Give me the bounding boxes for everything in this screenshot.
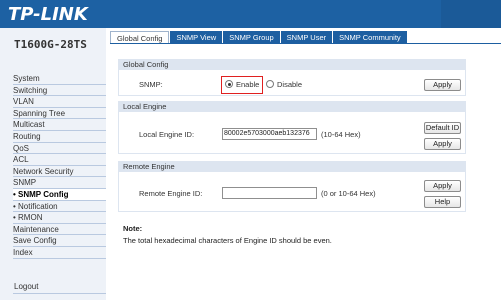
sidebar-item-index[interactable]: Index: [13, 247, 106, 259]
sidebar-item-acl[interactable]: ACL: [13, 154, 106, 166]
sidebar-item-spanning-tree[interactable]: Spanning Tree: [13, 108, 106, 120]
tab-underline: [110, 43, 501, 44]
help-button[interactable]: Help: [424, 196, 461, 208]
sidebar-item-snmp-config[interactable]: • SNMP Config: [13, 188, 106, 201]
local-engine-title: Local Engine: [118, 101, 466, 112]
snmp-disable-label: Disable: [277, 80, 303, 89]
local-engine-apply-button[interactable]: Apply: [424, 138, 461, 150]
global-config-title: Global Config: [118, 59, 466, 70]
local-engine-id-hint: (10-64 Hex): [321, 130, 361, 139]
default-id-button[interactable]: Default ID: [424, 122, 461, 134]
local-engine-id-input[interactable]: 80002e5703000aeb132376: [222, 128, 317, 140]
sidebar: T1600G-28TS System Switching VLAN Spanni…: [0, 28, 106, 300]
sidebar-item-save-config[interactable]: Save Config: [13, 235, 106, 247]
top-header: TP-LINK: [0, 0, 501, 28]
remote-engine-apply-button[interactable]: Apply: [424, 180, 461, 192]
logout-divider: [13, 293, 106, 294]
remote-engine-title: Remote Engine: [118, 161, 466, 172]
note-text: The total hexadecimal characters of Engi…: [123, 236, 332, 245]
sidebar-item-notification[interactable]: • Notification: [13, 201, 106, 213]
sidebar-item-system[interactable]: System: [13, 73, 106, 85]
sidebar-item-switching[interactable]: Switching: [13, 85, 106, 97]
local-engine-id-label: Local Engine ID:: [139, 130, 195, 139]
sidebar-item-maintenance[interactable]: Maintenance: [13, 224, 106, 236]
logout-link[interactable]: Logout: [14, 282, 38, 291]
snmp-disable-radio[interactable]: [266, 80, 274, 88]
remote-engine-id-label: Remote Engine ID:: [139, 189, 203, 198]
sidebar-item-qos[interactable]: QoS: [13, 143, 106, 155]
snmp-enable-radio[interactable]: [225, 80, 233, 88]
snmp-label: SNMP:: [139, 80, 163, 89]
sidebar-item-rmon[interactable]: • RMON: [13, 212, 106, 224]
sidebar-item-vlan[interactable]: VLAN: [13, 96, 106, 108]
sidebar-item-snmp[interactable]: SNMP: [13, 177, 106, 189]
sidebar-nav: System Switching VLAN Spanning Tree Mult…: [13, 73, 106, 259]
device-model: T1600G-28TS: [14, 38, 87, 51]
global-apply-button[interactable]: Apply: [424, 79, 461, 91]
remote-engine-id-hint: (0 or 10-64 Hex): [321, 189, 376, 198]
snmp-enable-label: Enable: [236, 80, 260, 89]
note-title: Note:: [123, 224, 143, 233]
header-accent: [441, 0, 501, 28]
sidebar-item-multicast[interactable]: Multicast: [13, 119, 106, 131]
tp-link-logo: TP-LINK: [8, 4, 88, 25]
sidebar-item-network-security[interactable]: Network Security: [13, 166, 106, 178]
sidebar-item-routing[interactable]: Routing: [13, 131, 106, 143]
remote-engine-id-input[interactable]: [222, 187, 317, 199]
